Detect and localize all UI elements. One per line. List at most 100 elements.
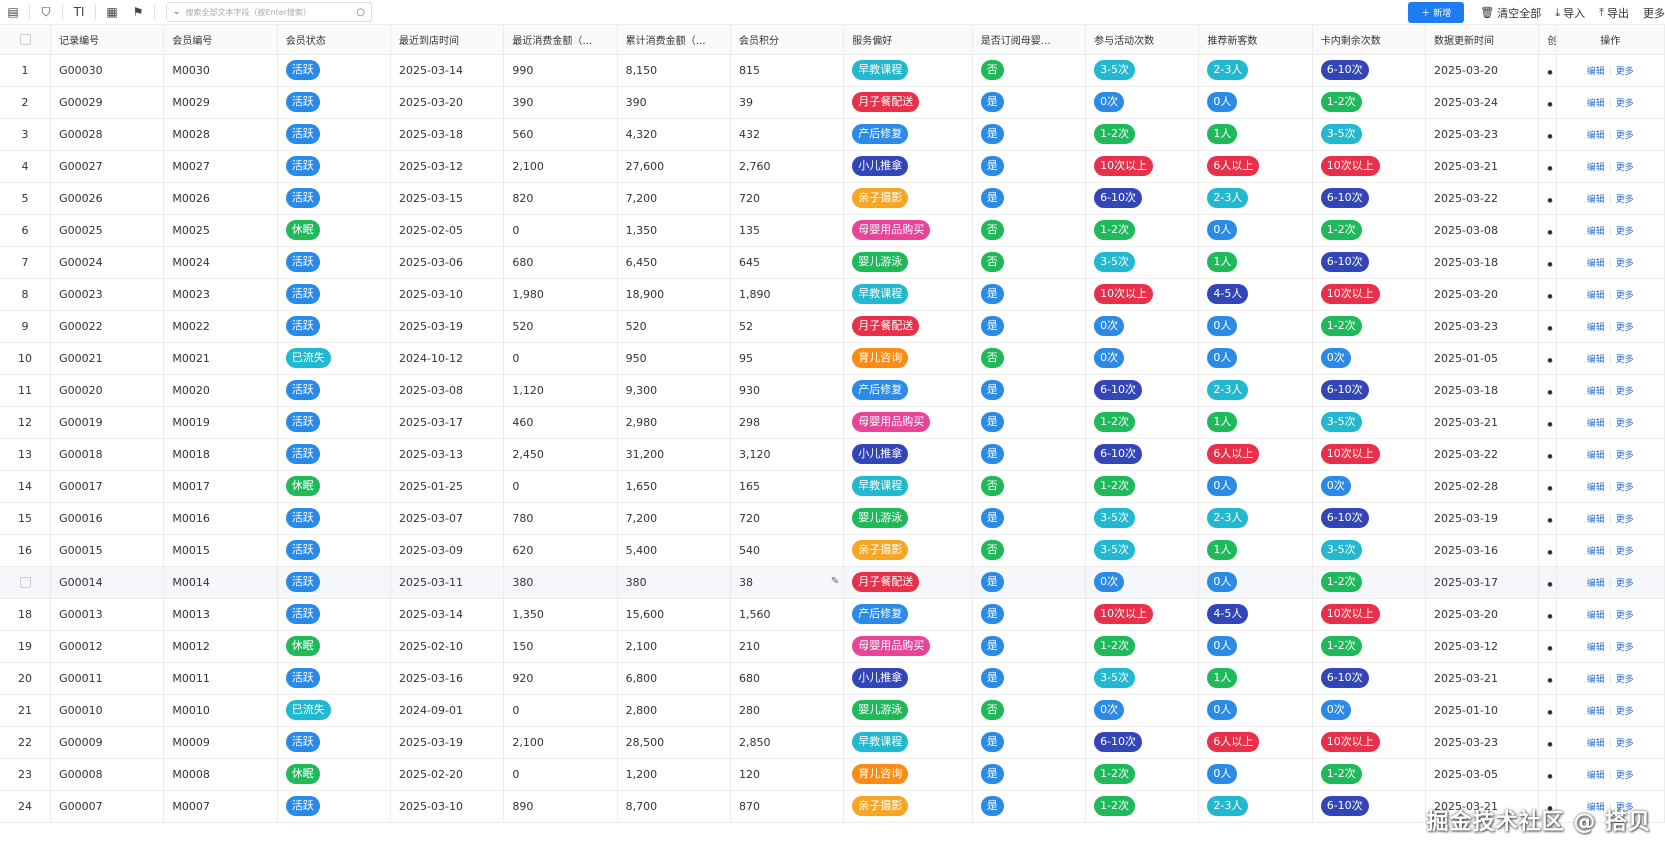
cell-recent[interactable]: 1,120 <box>503 374 618 407</box>
more-link[interactable]: 更多 <box>1616 547 1634 557</box>
cell-card[interactable]: 0次 <box>1312 694 1427 727</box>
cell-rec[interactable]: G00026 <box>50 182 165 215</box>
table-row[interactable]: 14 G00017 M0017 休眠 2025-01-25 0 1,650 165 早教课程 否 1… <box>0 470 1665 503</box>
cell-status[interactable]: 活跃 <box>277 310 392 343</box>
cell-status[interactable]: 活跃 <box>277 790 392 823</box>
row-index[interactable]: 23 <box>0 758 52 791</box>
table-row[interactable]: 11 G00020 M0020 活跃 2025-03-08 1,120 9,300 930 产后… <box>0 374 1665 407</box>
cell-status[interactable]: 已流失 <box>277 342 392 375</box>
cell-points[interactable]: 165 <box>730 470 845 503</box>
edit-link[interactable]: 编辑 <box>1587 675 1605 685</box>
cell-last[interactable]: 2025-03-18 <box>390 118 505 151</box>
cell-upd[interactable]: 2025-03-20 <box>1425 278 1540 311</box>
cell-pref[interactable]: 母婴用品购买 <box>843 406 973 439</box>
cell-act[interactable]: 1-2次 <box>1085 470 1200 503</box>
cell-total[interactable]: 390 <box>617 86 731 119</box>
cell-pref[interactable]: 小儿推拿 <box>843 662 973 695</box>
cell-points[interactable]: 52 <box>730 310 845 343</box>
cell-rec[interactable]: G00020 <box>50 374 165 407</box>
cell-status[interactable]: 活跃 <box>277 246 392 279</box>
edit-link[interactable]: 编辑 <box>1587 323 1605 333</box>
cell-mem[interactable]: M0020 <box>163 374 278 407</box>
cell-recent[interactable]: 520 <box>503 310 618 343</box>
cell-act[interactable]: 1-2次 <box>1085 118 1200 151</box>
row-index[interactable]: 11 <box>0 374 52 407</box>
cell-rec[interactable]: G00016 <box>50 502 165 535</box>
cell-card[interactable]: 3-5次 <box>1312 534 1427 567</box>
cell-total[interactable]: 4,320 <box>617 118 731 151</box>
cell-points[interactable]: 720 <box>730 502 845 535</box>
cell-pref[interactable]: 早教课程 <box>843 278 973 311</box>
more-link[interactable]: 更多 <box>1616 707 1634 717</box>
cell-points[interactable]: 815 <box>730 54 845 87</box>
cell-upd[interactable]: 2025-03-20 <box>1425 54 1540 87</box>
more-link[interactable]: 更多 <box>1616 515 1634 525</box>
row-index[interactable]: 2 <box>0 86 52 119</box>
cell-act[interactable]: 10次以上 <box>1085 150 1200 183</box>
row-index[interactable]: 10 <box>0 342 52 375</box>
cell-card[interactable]: 3-5次 <box>1312 406 1427 439</box>
column-header[interactable]: 服务偏好 <box>843 25 973 55</box>
cell-total[interactable]: 6,800 <box>617 662 731 695</box>
cell-recent[interactable]: 890 <box>503 790 618 823</box>
cell-card[interactable]: 6-10次 <box>1312 374 1427 407</box>
cell-mem[interactable]: M0024 <box>163 246 278 279</box>
cell-upd[interactable]: 2025-03-18 <box>1425 374 1540 407</box>
cell-card[interactable]: 10次以上 <box>1312 278 1427 311</box>
column-header[interactable]: 创 <box>1538 25 1557 55</box>
cell-ref[interactable]: 6人以上 <box>1198 438 1313 471</box>
cell-ref[interactable]: 4-5人 <box>1198 598 1313 631</box>
cell-mem[interactable]: M0008 <box>163 758 278 791</box>
cell-card[interactable]: 6-10次 <box>1312 502 1427 535</box>
cell-card[interactable]: 1-2次 <box>1312 86 1427 119</box>
cell-mem[interactable]: M0015 <box>163 534 278 567</box>
cell-ref[interactable]: 0人 <box>1198 694 1313 727</box>
cell-points[interactable]: 38 ✎ <box>730 566 845 599</box>
cell-mem[interactable]: M0013 <box>163 598 278 631</box>
table-row[interactable]: 3 G00028 M0028 活跃 2025-03-18 560 4,320 432 产后修复 是… <box>0 118 1665 151</box>
cell-total[interactable]: 28,500 <box>617 726 731 759</box>
cell-pref[interactable]: 月子餐配送 <box>843 310 973 343</box>
cell-recent[interactable]: 820 <box>503 182 618 215</box>
cell-total[interactable]: 15,600 <box>617 598 731 631</box>
filter-icon[interactable]: ⛉ <box>33 0 59 25</box>
cell-ref[interactable]: 1人 <box>1198 406 1313 439</box>
cell-recent[interactable]: 0 <box>503 214 618 247</box>
column-header[interactable]: 最近消费金额（… <box>503 25 618 55</box>
cell-sub[interactable]: 是 <box>972 278 1087 311</box>
cell-rec[interactable]: G00021 <box>50 342 165 375</box>
cell-pref[interactable]: 小儿推拿 <box>843 150 973 183</box>
cell-ref[interactable]: 6人以上 <box>1198 726 1313 759</box>
cell-total[interactable]: 1,650 <box>617 470 731 503</box>
cell-upd[interactable]: 2025-01-10 <box>1425 694 1540 727</box>
add-button[interactable]: ＋ 新增 <box>1408 2 1465 23</box>
cell-card[interactable]: 10次以上 <box>1312 438 1427 471</box>
cell-status[interactable]: 活跃 <box>277 438 392 471</box>
row-index[interactable]: 22 <box>0 726 52 759</box>
column-header[interactable]: 卡内剩余次数 <box>1312 25 1427 55</box>
more-link[interactable]: 更多 <box>1616 67 1634 77</box>
font-size-icon[interactable]: TI <box>66 0 92 25</box>
cell-act[interactable]: 3-5次 <box>1085 534 1200 567</box>
cell-recent[interactable]: 0 <box>503 694 618 727</box>
cell-mem[interactable]: M0030 <box>163 54 278 87</box>
cell-ref[interactable]: 1人 <box>1198 246 1313 279</box>
row-index[interactable]: 3 <box>0 118 52 151</box>
cell-act[interactable]: 6-10次 <box>1085 726 1200 759</box>
cell-sub[interactable]: 是 <box>972 374 1087 407</box>
cell-sub[interactable]: 是 <box>972 406 1087 439</box>
cell-sub[interactable]: 是 <box>972 150 1087 183</box>
cell-mem[interactable]: M0021 <box>163 342 278 375</box>
cell-card[interactable]: 1-2次 <box>1312 630 1427 663</box>
cell-mem[interactable]: M0028 <box>163 118 278 151</box>
row-index[interactable]: 9 <box>0 310 52 343</box>
cell-mem[interactable]: M0016 <box>163 502 278 535</box>
column-header[interactable]: 是否订阅母婴… <box>972 25 1087 55</box>
cell-ref[interactable]: 1人 <box>1198 662 1313 695</box>
cell-last[interactable]: 2025-03-14 <box>390 54 505 87</box>
cell-card[interactable]: 1-2次 <box>1312 758 1427 791</box>
cell-last[interactable]: 2025-03-10 <box>390 278 505 311</box>
cell-pref[interactable]: 早教课程 <box>843 470 973 503</box>
cell-last[interactable]: 2025-02-10 <box>390 630 505 663</box>
more-link[interactable]: 更多 <box>1616 771 1634 781</box>
